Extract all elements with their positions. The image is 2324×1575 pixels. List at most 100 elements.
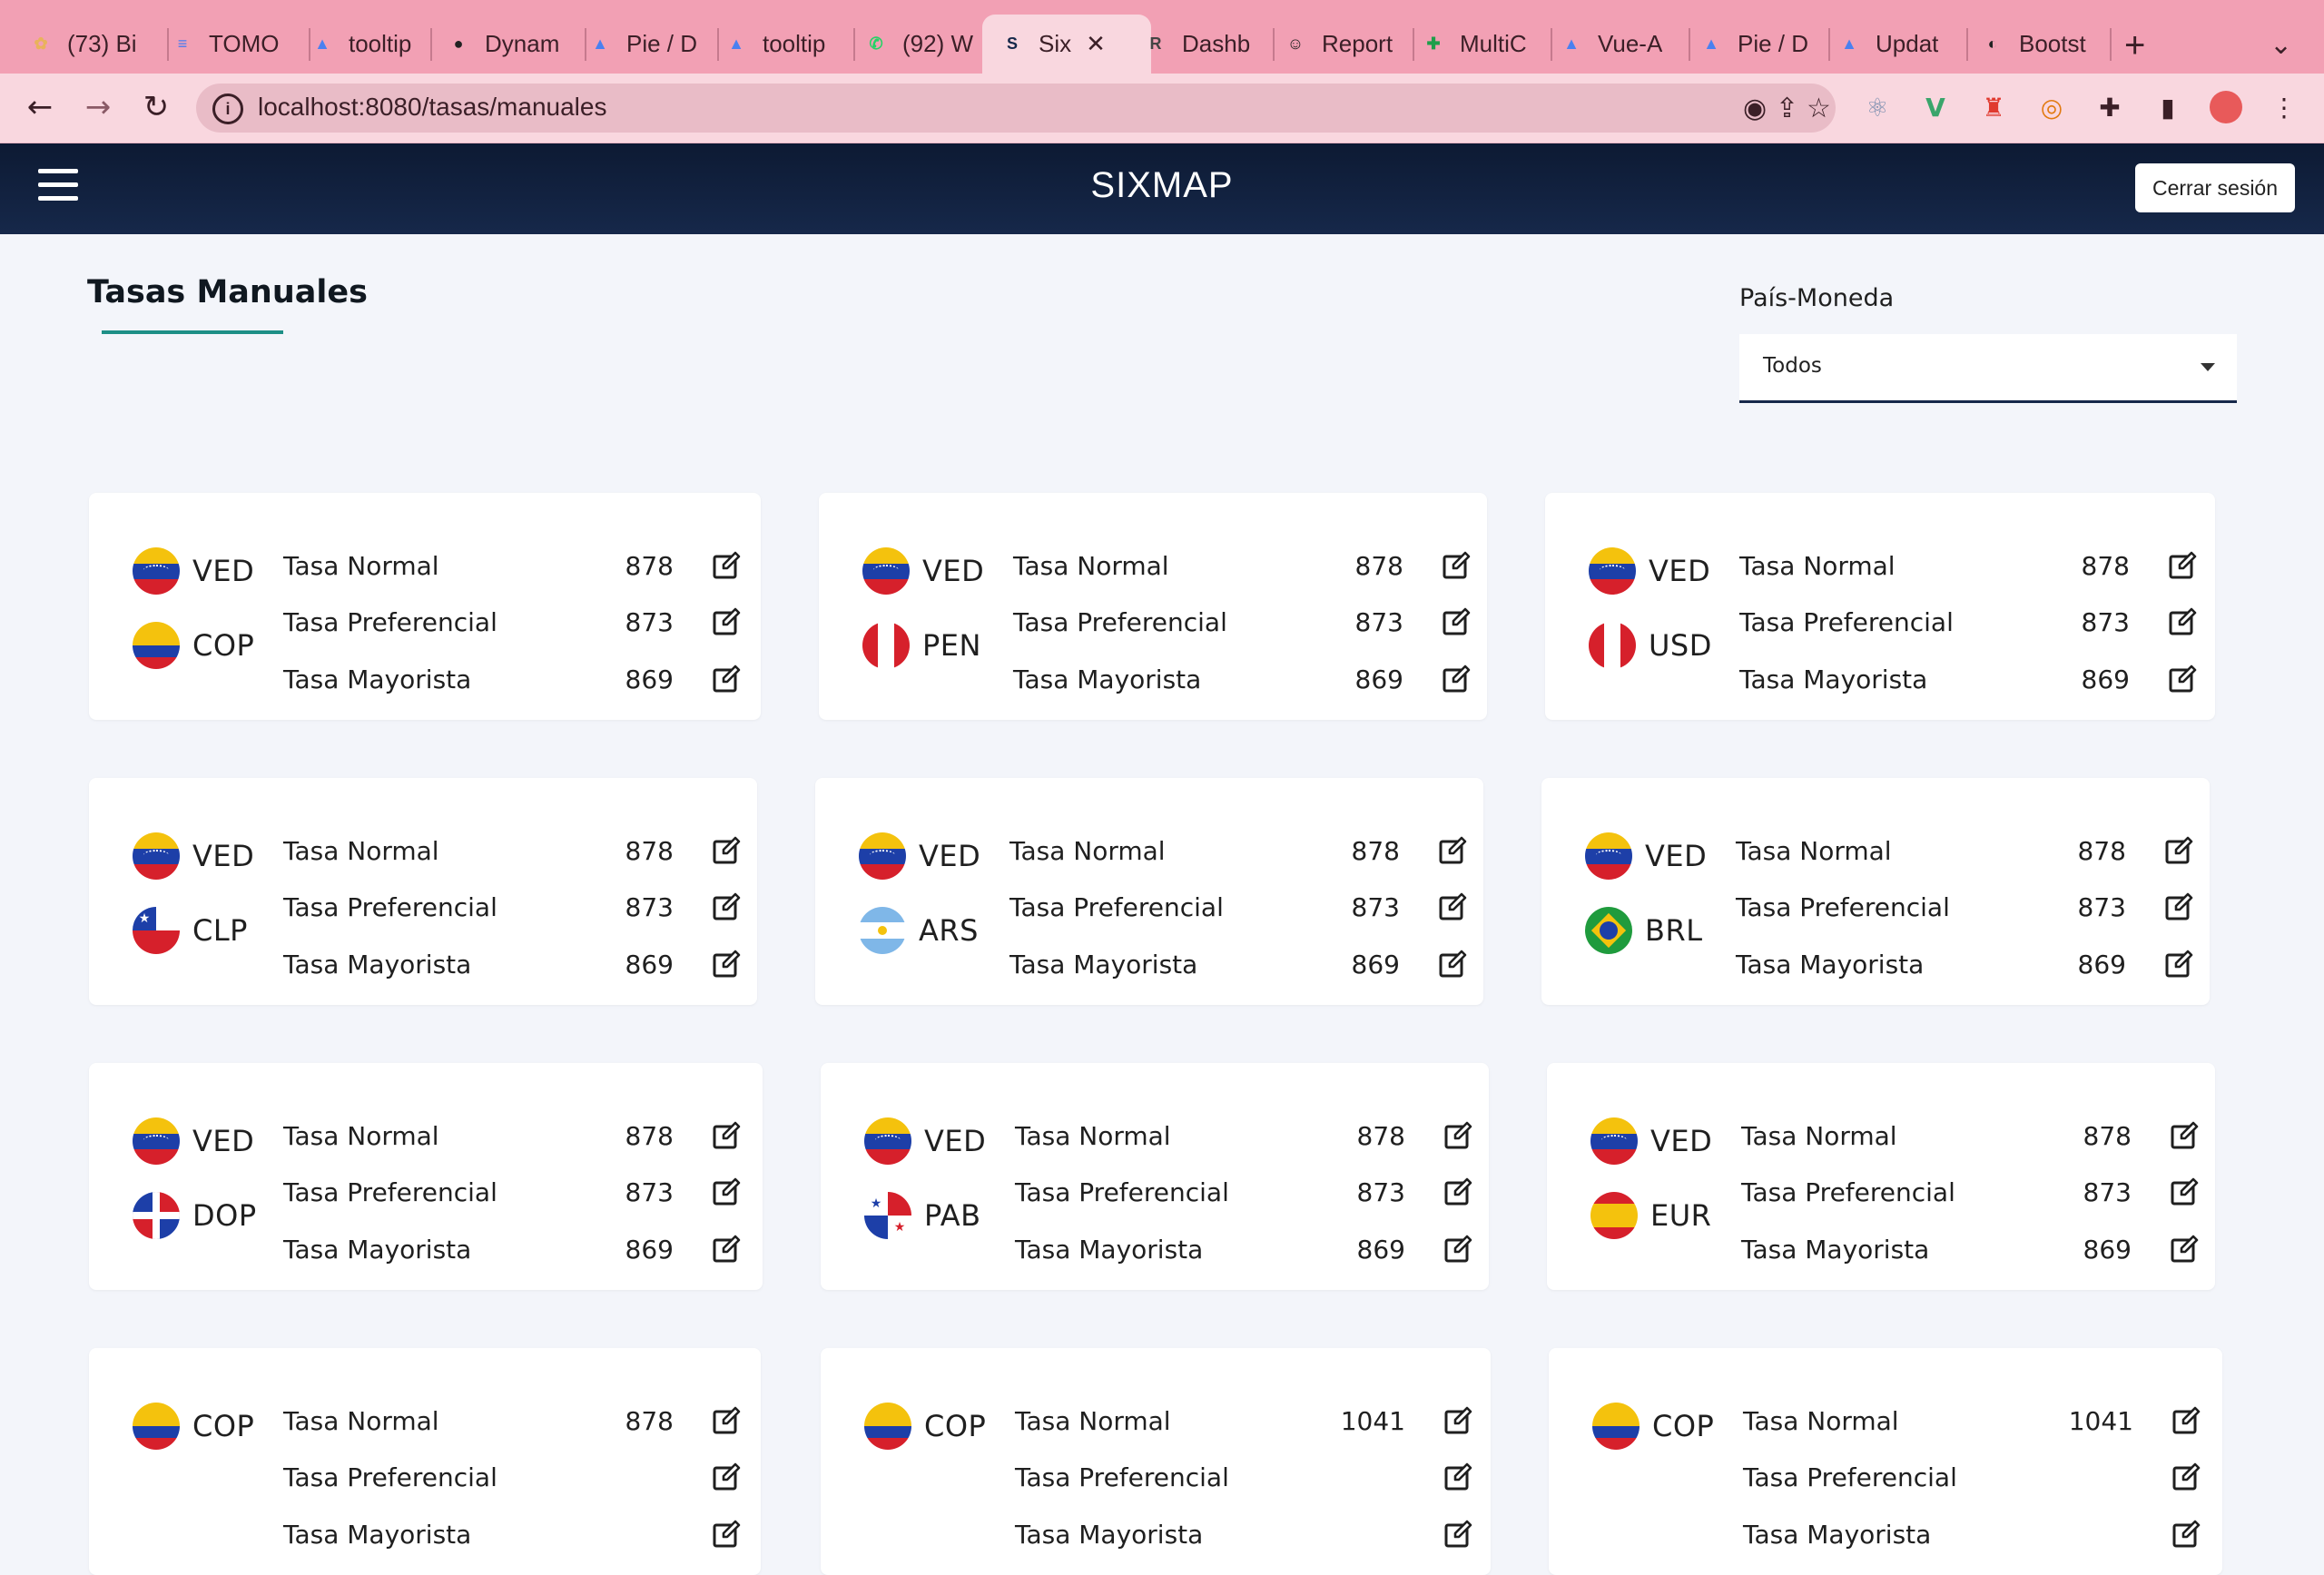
profile-avatar[interactable]	[2208, 89, 2244, 125]
react-devtools-icon[interactable]: ⚛	[1859, 89, 1896, 125]
edit-icon[interactable]	[1442, 1404, 1474, 1437]
browser-tab[interactable]: ✆ (92) W	[862, 15, 999, 74]
edit-icon[interactable]	[1442, 1176, 1474, 1208]
rate-label: Tasa Normal	[283, 1120, 439, 1151]
tab-label: MultiC	[1460, 30, 1527, 57]
rate-label: Tasa Mayorista	[1009, 949, 1198, 979]
rate-label: Tasa Mayorista	[1739, 664, 1928, 694]
site-info-icon[interactable]: i	[212, 94, 243, 124]
rates-list: Tasa Normal 878 Tasa Preferencial 873 Tasa M…	[1741, 1099, 2213, 1281]
edit-icon[interactable]	[1442, 1119, 1474, 1152]
browser-tab[interactable]: ☺ Report	[1282, 15, 1409, 74]
address-url[interactable]: localhost:8080/tasas/manuales	[258, 93, 606, 122]
edit-icon[interactable]	[1442, 1461, 1474, 1493]
source-currency: VED	[859, 829, 980, 883]
browser-menu-icon[interactable]: ⋮	[2266, 89, 2302, 125]
edit-icon[interactable]	[710, 948, 743, 980]
rate-label: Tasa Mayorista	[283, 664, 472, 694]
edit-icon[interactable]	[2168, 1233, 2201, 1265]
logout-button[interactable]: Cerrar sesión	[2135, 163, 2295, 212]
reload-button[interactable]: ↻	[136, 87, 176, 127]
edit-icon[interactable]	[2166, 663, 2199, 695]
caret-down-icon[interactable]	[2201, 363, 2215, 371]
rate-card: VED DOP Tasa Normal 878 Tasa Preferencial 873…	[89, 1063, 763, 1290]
eye-icon[interactable]: ◉	[1743, 93, 1767, 124]
tab-separator	[1828, 28, 1830, 61]
rate-value: 878	[625, 835, 674, 866]
vue-devtools-icon[interactable]: V	[1917, 89, 1954, 125]
forward-button[interactable]: →	[78, 87, 118, 127]
edit-icon[interactable]	[710, 834, 743, 867]
close-tab-icon[interactable]: ✕	[1086, 30, 1106, 58]
browser-tab[interactable]: S Six ✕	[982, 15, 1151, 74]
edit-icon[interactable]	[2162, 891, 2195, 923]
edit-icon[interactable]	[2162, 948, 2195, 980]
extensions-puzzle-icon[interactable]: ✚	[2092, 89, 2128, 125]
edit-icon[interactable]	[1440, 605, 1472, 638]
back-button[interactable]: ←	[20, 87, 60, 127]
new-tab-button[interactable]: +	[2124, 25, 2145, 66]
edit-icon[interactable]	[710, 1233, 743, 1265]
rate-label: Tasa Mayorista	[1741, 1234, 1930, 1265]
browser-tab[interactable]: ▲ tooltip	[723, 15, 850, 74]
browser-tab[interactable]: ▲ Pie / D	[1698, 15, 1825, 74]
currency-code: VED	[1645, 839, 1708, 873]
edit-icon[interactable]	[710, 891, 743, 923]
edit-icon[interactable]	[2168, 1176, 2201, 1208]
edit-icon[interactable]	[1442, 1518, 1474, 1550]
browser-tab[interactable]: ▲ Pie / D	[586, 15, 714, 74]
browser-tab[interactable]: ◐ Bootst	[1979, 15, 2106, 74]
rate-row-mayorista: Tasa Mayorista 869	[1015, 1231, 1487, 1267]
edit-icon[interactable]	[2166, 605, 2199, 638]
tab-label: Pie / D	[626, 30, 698, 57]
edit-icon[interactable]	[710, 1119, 743, 1152]
edit-icon[interactable]	[1436, 834, 1469, 867]
tab-search-chevron-icon[interactable]: ⌄	[2270, 29, 2292, 61]
edit-icon[interactable]	[2170, 1518, 2202, 1550]
flag-es-icon	[1590, 1192, 1638, 1239]
source-currency: COP	[864, 1399, 986, 1453]
edit-icon[interactable]	[2162, 834, 2195, 867]
browser-tab[interactable]: ≡ TOMO	[169, 15, 305, 74]
bookmark-star-icon[interactable]: ☆	[1807, 93, 1831, 124]
whatsapp-icon: ✆	[869, 34, 883, 53]
lighthouse-icon[interactable]: ♜	[1975, 89, 2012, 125]
edit-icon[interactable]	[710, 1461, 743, 1493]
share-icon[interactable]: ⇪	[1776, 93, 1798, 124]
tab-separator	[1689, 28, 1690, 61]
country-currency-select[interactable]: Todos	[1739, 334, 2237, 403]
edit-icon[interactable]	[1442, 1233, 1474, 1265]
browser-tab[interactable]: R Dashb	[1142, 15, 1269, 74]
side-panel-icon[interactable]: ▮	[2150, 89, 2186, 125]
browser-tab[interactable]: ▲ Vue-A	[1558, 15, 1685, 74]
browser-tab[interactable]: ▲ tooltip	[309, 15, 427, 74]
edit-icon[interactable]	[2168, 1119, 2201, 1152]
docs-icon: ≡	[177, 34, 188, 53]
flag-pe-icon	[1589, 622, 1636, 669]
edit-icon[interactable]	[710, 605, 743, 638]
currency-code: COP	[1652, 1409, 1715, 1443]
edit-icon[interactable]	[710, 549, 743, 582]
edit-icon[interactable]	[710, 663, 743, 695]
browser-tab[interactable]: ● Dynam	[445, 15, 581, 74]
edit-icon[interactable]	[1436, 948, 1469, 980]
address-bar[interactable]: i localhost:8080/tasas/manuales ◉ ⇪ ☆	[196, 84, 1836, 133]
browser-tab[interactable]: ✚ MultiC	[1420, 15, 1547, 74]
tab-separator	[2110, 28, 2112, 61]
browser-tab[interactable]: ▲ Updat	[1836, 15, 1963, 74]
edit-icon[interactable]	[1440, 663, 1472, 695]
edit-icon[interactable]	[710, 1176, 743, 1208]
rate-card: VED COP Tasa Normal 878 Tasa Preferencial 873…	[89, 493, 761, 720]
extension-circle-icon[interactable]: ◎	[2034, 89, 2070, 125]
edit-icon[interactable]	[2170, 1461, 2202, 1493]
rate-value: 869	[625, 949, 674, 979]
select-value[interactable]: Todos	[1763, 354, 1822, 378]
edit-icon[interactable]	[710, 1518, 743, 1550]
edit-icon[interactable]	[2166, 549, 2199, 582]
edit-icon[interactable]	[2170, 1404, 2202, 1437]
edit-icon[interactable]	[1436, 891, 1469, 923]
edit-icon[interactable]	[1440, 549, 1472, 582]
edit-icon[interactable]	[710, 1404, 743, 1437]
browser-tab[interactable]: ✿ (73) Bi	[27, 15, 163, 74]
rate-label: Tasa Preferencial	[1015, 1176, 1229, 1207]
